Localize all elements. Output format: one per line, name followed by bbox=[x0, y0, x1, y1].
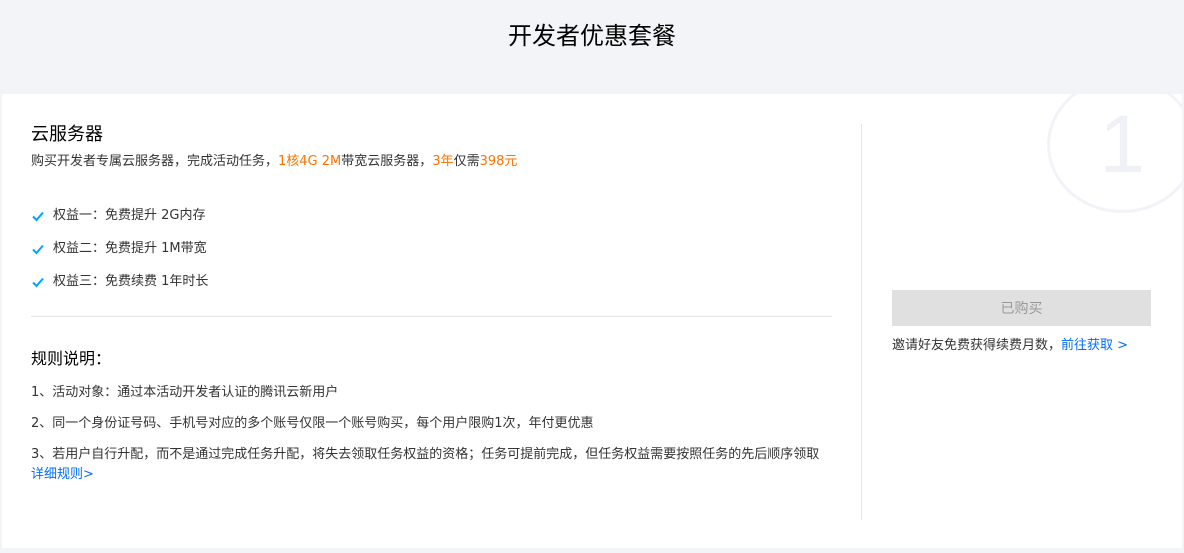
benefit-item: 权益一：免费提升 2G内存 bbox=[31, 206, 832, 226]
purchase-panel: 已购买 邀请好友免费获得续费月数，前往获取 > bbox=[892, 290, 1152, 356]
invite-label: 邀请好友免费获得续费月数， bbox=[892, 338, 1062, 353]
benefit-label: 权益一：免费提升 2G内存 bbox=[53, 208, 206, 223]
check-icon bbox=[32, 277, 44, 288]
benefit-item: 权益三：免费续费 1年时长 bbox=[31, 272, 832, 292]
step-number-badge: 1 bbox=[1047, 94, 1182, 213]
benefit-label: 权益二：免费提升 1M带宽 bbox=[53, 241, 207, 256]
invite-text: 邀请好友免费获得续费月数，前往获取 > bbox=[892, 336, 1152, 356]
purchased-button[interactable]: 已购买 bbox=[892, 290, 1151, 326]
detail-rules-link[interactable]: 详细规则> bbox=[31, 467, 94, 482]
desc-spec-highlight: 1核4G 2M bbox=[278, 154, 342, 169]
benefits-list: 权益一：免费提升 2G内存 权益二：免费提升 1M带宽 权益三：免费续费 1年时… bbox=[31, 206, 832, 292]
vertical-divider bbox=[861, 124, 862, 520]
desc-years-highlight: 3年 bbox=[432, 154, 454, 169]
benefit-item: 权益二：免费提升 1M带宽 bbox=[31, 239, 832, 259]
page-title: 开发者优惠套餐 bbox=[508, 21, 676, 50]
desc-text-1: 购买开发者专属云服务器，完成活动任务， bbox=[31, 154, 279, 169]
rule-item: 2、同一个身份证号码、手机号对应的多个账号仅限一个账号购买，每个用户限购1次，年… bbox=[31, 416, 594, 431]
desc-price-highlight: 398元 bbox=[479, 154, 518, 169]
check-icon bbox=[32, 244, 44, 255]
desc-text-2: 带宽云服务器， bbox=[341, 154, 433, 169]
rule-item: 3、若用户自行升配，而不是通过完成任务升配，将失去领取任务权益的资格；任务可提前… bbox=[31, 445, 832, 485]
benefit-label: 权益三：免费续费 1年时长 bbox=[53, 274, 209, 289]
rules-list: 1、活动对象：通过本活动开发者认证的腾讯云新用户 2、同一个身份证号码、手机号对… bbox=[31, 383, 832, 485]
section-divider bbox=[31, 316, 832, 317]
rule-item: 1、活动对象：通过本活动开发者认证的腾讯云新用户 bbox=[31, 385, 339, 400]
desc-text-3: 仅需 bbox=[453, 154, 480, 169]
package-details: 云服务器 购买开发者专属云服务器，完成活动任务，1核4G 2M带宽云服务器，3年… bbox=[31, 122, 832, 496]
product-description: 购买开发者专属云服务器，完成活动任务，1核4G 2M带宽云服务器，3年仅需398… bbox=[31, 152, 832, 172]
package-card: 1 云服务器 购买开发者专属云服务器，完成活动任务，1核4G 2M带宽云服务器，… bbox=[2, 94, 1182, 548]
check-icon bbox=[32, 211, 44, 222]
page-header: 开发者优惠套餐 bbox=[0, 0, 1184, 94]
invite-get-link[interactable]: 前往获取 > bbox=[1061, 338, 1128, 353]
rules-title: 规则说明： bbox=[31, 349, 112, 368]
product-title: 云服务器 bbox=[31, 124, 103, 145]
rule-text: 3、若用户自行升配，而不是通过完成任务升配，将失去领取任务权益的资格；任务可提前… bbox=[31, 447, 820, 462]
